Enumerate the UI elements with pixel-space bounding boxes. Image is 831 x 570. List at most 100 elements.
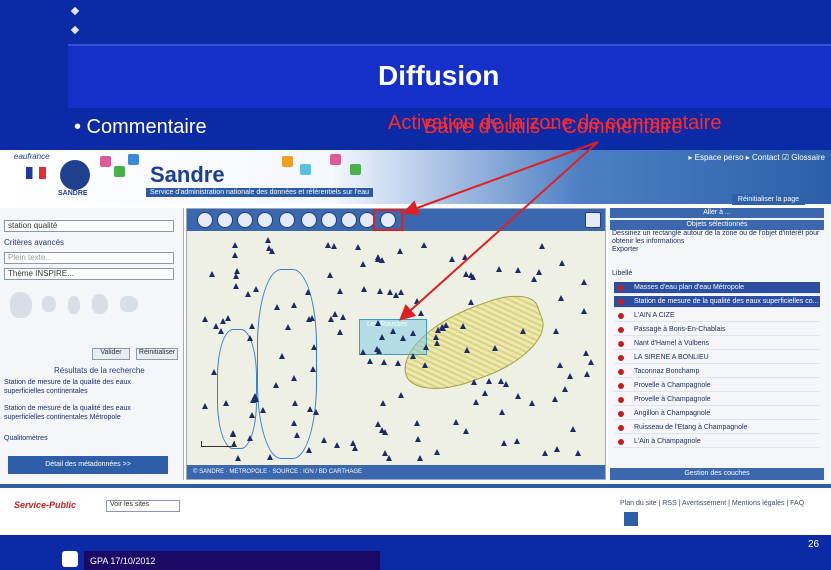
station-marker[interactable] [213, 322, 220, 329]
station-marker[interactable] [421, 361, 428, 368]
station-marker[interactable] [253, 286, 260, 293]
station-marker[interactable] [413, 419, 420, 426]
station-marker[interactable] [219, 318, 226, 325]
footer-links[interactable]: Plan du site | RSS | Avertissement | Men… [620, 500, 804, 507]
station-marker[interactable] [574, 450, 581, 457]
zoom-out-icon[interactable] [217, 212, 233, 228]
result-row[interactable]: Nant d'Hamel à Vulbens [614, 338, 820, 350]
station-marker[interactable] [245, 290, 252, 297]
station-marker[interactable] [588, 359, 595, 366]
station-marker[interactable] [331, 243, 338, 250]
station-marker[interactable] [500, 440, 507, 447]
station-marker[interactable] [410, 329, 417, 336]
map-viewer[interactable]: Les Rousses © SANDRE · METROPOLE · SOURC… [186, 208, 606, 480]
measure-icon[interactable] [279, 212, 295, 228]
validate-button[interactable]: Valider [92, 348, 130, 360]
station-marker[interactable] [210, 369, 217, 376]
station-marker[interactable] [396, 248, 403, 255]
result-row[interactable]: Provelle à Champagnole [614, 380, 820, 392]
export-link[interactable]: Exporter [612, 246, 638, 253]
station-marker[interactable] [556, 362, 563, 369]
station-marker[interactable] [310, 344, 317, 351]
station-marker[interactable] [497, 377, 504, 384]
station-marker[interactable] [234, 454, 241, 461]
station-marker[interactable] [350, 439, 357, 446]
station-marker[interactable] [337, 287, 343, 294]
station-marker[interactable] [264, 237, 271, 244]
station-marker[interactable] [513, 438, 520, 445]
station-marker[interactable] [471, 379, 478, 386]
station-marker[interactable] [360, 286, 367, 293]
station-marker[interactable] [321, 436, 328, 443]
station-marker[interactable] [327, 272, 334, 279]
station-marker[interactable] [398, 288, 405, 295]
station-marker[interactable] [233, 283, 240, 290]
station-marker[interactable] [582, 350, 589, 357]
thumbnail-metropole[interactable] [10, 292, 32, 318]
thumbnail-martinique[interactable] [68, 296, 80, 314]
station-marker[interactable] [417, 454, 424, 461]
service-public-logo[interactable]: Service-Public [14, 500, 76, 510]
station-marker[interactable] [459, 323, 466, 330]
station-marker[interactable] [443, 321, 450, 328]
fulltext-input[interactable]: Plein texte... [4, 252, 174, 264]
station-marker[interactable] [434, 449, 441, 456]
back-icon[interactable] [301, 212, 317, 228]
result-row[interactable]: Angillon à Champagnole [614, 408, 820, 420]
station-marker[interactable] [294, 431, 301, 438]
station-marker[interactable] [399, 334, 406, 341]
station-marker[interactable] [553, 445, 560, 452]
station-marker[interactable] [229, 430, 236, 437]
station-marker[interactable] [374, 319, 381, 326]
station-marker[interactable] [467, 298, 474, 305]
station-marker[interactable] [539, 243, 546, 250]
station-marker[interactable] [491, 345, 498, 352]
station-marker[interactable] [423, 344, 430, 351]
station-marker[interactable] [232, 252, 239, 259]
station-marker[interactable] [292, 399, 299, 406]
station-marker[interactable] [218, 327, 225, 334]
station-marker[interactable] [398, 391, 405, 398]
station-marker[interactable] [304, 289, 311, 296]
station-marker[interactable] [561, 386, 568, 393]
station-marker[interactable] [485, 377, 492, 384]
station-marker[interactable] [499, 409, 506, 416]
result-item[interactable]: Station de mesure de la qualité des eaux… [4, 404, 169, 422]
station-marker[interactable] [559, 260, 566, 267]
station-marker[interactable] [251, 392, 258, 399]
station-marker[interactable] [266, 245, 273, 252]
station-marker[interactable] [378, 427, 385, 434]
station-marker[interactable] [515, 267, 522, 274]
station-marker[interactable] [249, 411, 256, 418]
station-marker[interactable] [223, 400, 230, 407]
station-marker[interactable] [360, 260, 367, 267]
station-marker[interactable] [536, 269, 543, 276]
station-marker[interactable] [231, 241, 238, 248]
result-item[interactable]: Station de mesure de la qualité des eaux… [4, 378, 169, 396]
station-marker[interactable] [390, 328, 397, 335]
station-marker[interactable] [520, 327, 527, 334]
station-marker[interactable] [461, 253, 468, 260]
search-input[interactable]: station qualité [4, 220, 174, 232]
station-marker[interactable] [201, 316, 208, 323]
station-marker[interactable] [463, 346, 470, 353]
criteria-label[interactable]: Critères avancés [4, 238, 64, 247]
zoom-in-icon[interactable] [197, 212, 213, 228]
station-marker[interactable] [273, 303, 280, 310]
station-marker[interactable] [279, 353, 286, 360]
station-marker[interactable] [377, 288, 384, 295]
station-marker[interactable] [309, 365, 316, 372]
station-marker[interactable] [462, 270, 469, 277]
result-row[interactable]: L'Ain à Champagnole [614, 436, 820, 448]
result-row[interactable]: Masses d'eau plan d'eau Métropole [614, 282, 820, 294]
layer-manager-button[interactable]: Gestion des couches [610, 468, 824, 480]
station-marker[interactable] [359, 349, 366, 356]
station-marker[interactable] [307, 405, 314, 412]
station-marker[interactable] [448, 255, 455, 262]
station-marker[interactable] [414, 436, 421, 443]
station-marker[interactable] [420, 242, 427, 249]
result-row[interactable]: L'AIN A CIZE [614, 310, 820, 322]
station-marker[interactable] [247, 334, 254, 341]
station-marker[interactable] [453, 419, 460, 426]
station-marker[interactable] [463, 428, 470, 435]
